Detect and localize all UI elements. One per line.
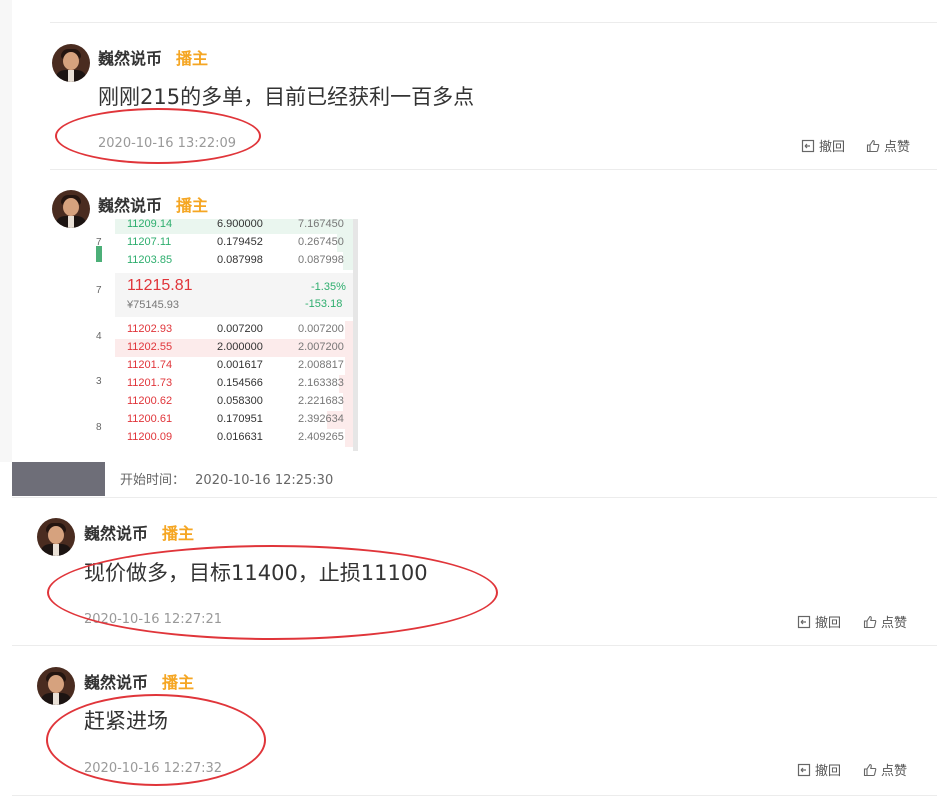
start-time-label: 开始时间： — [120, 473, 186, 488]
ask-amount: 6.900000 — [217, 219, 263, 230]
bid-row: 11201.74 0.001617 2.008817 — [115, 357, 353, 375]
username[interactable]: 巍然说币 — [84, 669, 148, 693]
withdraw-button[interactable]: 撤回 — [797, 612, 841, 631]
gutter-label: 8 — [96, 422, 102, 433]
bid-row: 11200.09 0.016631 2.409265 — [115, 429, 353, 447]
last-price: 11215.81 — [127, 277, 193, 294]
ask-row: 11209.14 6.900000 7.167450 — [115, 219, 353, 234]
like-label: 点赞 — [881, 764, 908, 779]
bid-total: 2.163383 — [298, 377, 344, 389]
ask-price: 11203.85 — [127, 254, 173, 266]
gutter-label: 7 — [96, 285, 102, 296]
ask-amount: 0.087998 — [217, 254, 263, 266]
bid-amount: 0.058300 — [217, 395, 263, 407]
bid-amount: 0.016631 — [217, 431, 263, 443]
gutter-label: 7 — [96, 237, 102, 248]
divider — [12, 497, 937, 498]
change-amount: -153.18 — [305, 298, 343, 310]
like-button[interactable]: 点赞 — [863, 760, 907, 779]
bid-price: 11200.62 — [127, 395, 173, 407]
bid-price: 11200.61 — [127, 413, 173, 425]
left-gray-edge — [0, 0, 12, 462]
change-percent: -1.35% — [311, 281, 346, 293]
withdraw-label: 撤回 — [815, 616, 842, 631]
start-time-value: 2020-10-16 12:25:30 — [195, 473, 334, 488]
ask-price: 11207.11 — [127, 236, 172, 248]
like-button[interactable]: 点赞 — [863, 612, 907, 631]
bid-row: 11202.93 0.007200 0.007200 — [115, 321, 353, 339]
divider — [12, 795, 937, 796]
bid-row: 11201.73 0.154566 2.163383 — [115, 375, 353, 393]
divider — [12, 645, 937, 646]
orderbook-image[interactable]: 11209.14 6.900000 7.167450 11207.11 0.17… — [115, 219, 358, 451]
bid-price: 11201.73 — [127, 377, 173, 389]
ask-total: 7.167450 — [298, 219, 344, 230]
username[interactable]: 巍然说币 — [98, 45, 162, 69]
host-badge: 播主 — [162, 524, 195, 543]
bid-amount: 2.000000 — [217, 341, 263, 353]
bid-amount: 0.170951 — [217, 413, 263, 425]
username[interactable]: 巍然说币 — [98, 192, 162, 216]
host-badge: 播主 — [162, 673, 195, 692]
avatar[interactable] — [37, 518, 75, 556]
username[interactable]: 巍然说币 — [84, 520, 148, 544]
bid-price: 11201.74 — [127, 359, 173, 371]
ask-row: 11203.85 0.087998 0.087998 — [115, 252, 353, 270]
thumbs-up-icon — [863, 763, 877, 776]
withdraw-icon — [797, 763, 811, 776]
avatar[interactable] — [37, 667, 75, 705]
ask-amount: 0.179452 — [217, 236, 263, 248]
withdraw-label: 撤回 — [815, 764, 842, 779]
withdraw-button[interactable]: 撤回 — [801, 136, 845, 155]
start-time: 开始时间： 2020-10-16 12:25:30 — [120, 469, 333, 488]
like-button[interactable]: 点赞 — [866, 136, 910, 155]
withdraw-icon — [801, 139, 815, 152]
like-label: 点赞 — [884, 140, 911, 155]
divider — [50, 22, 937, 23]
thumbs-up-icon — [863, 615, 877, 628]
orderbook-scrollbar[interactable] — [353, 219, 358, 451]
bid-total: 2.221683 — [298, 395, 344, 407]
bid-total: 2.392634 — [298, 413, 344, 425]
withdraw-label: 撤回 — [819, 140, 846, 155]
host-badge: 播主 — [176, 49, 209, 68]
gutter-label: 3 — [96, 376, 102, 387]
bid-price: 11202.55 — [127, 341, 173, 353]
withdraw-button[interactable]: 撤回 — [797, 760, 841, 779]
divider — [50, 169, 937, 170]
bid-row: 11202.55 2.000000 2.007200 — [115, 339, 353, 357]
ask-total: 0.087998 — [298, 254, 344, 266]
avatar[interactable] — [52, 190, 90, 228]
bid-row: 11200.61 0.170951 2.392634 — [115, 411, 353, 429]
ask-price: 11209.14 — [127, 219, 173, 230]
bid-amount: 0.007200 — [217, 323, 263, 335]
avatar[interactable] — [52, 44, 90, 82]
message-text: 刚刚215的多单，目前已经获利一百多点 — [98, 85, 475, 109]
gutter-label: 4 — [96, 331, 102, 342]
bid-amount: 0.154566 — [217, 377, 263, 389]
bid-total: 2.008817 — [298, 359, 344, 371]
ask-row: 11207.11 0.179452 0.267450 — [115, 234, 353, 252]
ask-total: 0.267450 — [298, 236, 344, 248]
annotation-ellipse — [47, 545, 498, 640]
thumbs-up-icon — [866, 139, 880, 152]
cny-price: ¥75145.93 — [127, 299, 179, 311]
bottom-gray-bar — [12, 462, 105, 496]
annotation-ellipse — [46, 694, 266, 786]
bid-total: 2.409265 — [298, 431, 344, 443]
bid-total: 2.007200 — [298, 341, 344, 353]
host-badge: 播主 — [176, 196, 209, 215]
bid-price: 11202.93 — [127, 323, 173, 335]
gutter-marker — [96, 246, 102, 262]
withdraw-icon — [797, 615, 811, 628]
bid-amount: 0.001617 — [217, 359, 263, 371]
bid-row: 11200.62 0.058300 2.221683 — [115, 393, 353, 411]
annotation-ellipse — [55, 108, 261, 164]
bid-price: 11200.09 — [127, 431, 173, 443]
bid-total: 0.007200 — [298, 323, 344, 335]
like-label: 点赞 — [881, 616, 908, 631]
